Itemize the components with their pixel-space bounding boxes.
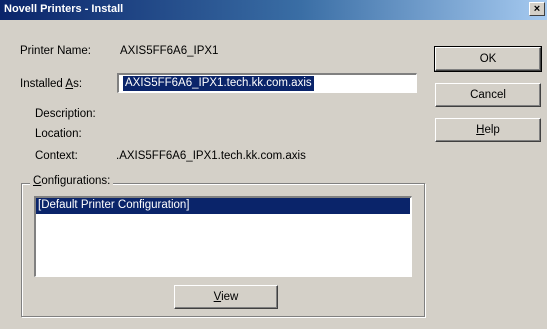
- configurations-label: Configurations:: [30, 175, 114, 187]
- install-dialog: Novell Printers - Install × Printer Name…: [0, 0, 547, 329]
- help-button[interactable]: Help: [435, 118, 541, 142]
- printer-name-label: Printer Name:: [20, 45, 91, 57]
- configurations-listbox[interactable]: [Default Printer Configuration]: [34, 196, 412, 277]
- view-label: iew: [221, 291, 239, 303]
- installed-as-accel: A: [65, 78, 74, 90]
- installed-as-input[interactable]: AXIS5FF6A6_IPX1.tech.kk.com.axis: [117, 73, 417, 93]
- help-label: elp: [484, 124, 500, 136]
- context-label: Context:: [35, 150, 78, 162]
- configurations-label-text: onfigurations:: [41, 175, 111, 187]
- cancel-button[interactable]: Cancel: [435, 83, 541, 107]
- installed-as-label: Installed As:: [20, 78, 82, 90]
- title-bar[interactable]: Novell Printers - Install ×: [0, 0, 547, 20]
- description-label: Description:: [35, 108, 96, 120]
- installed-as-label-text: Installed: [20, 78, 66, 90]
- close-icon[interactable]: ×: [529, 2, 545, 16]
- list-item[interactable]: [Default Printer Configuration]: [36, 198, 410, 214]
- printer-name-value: AXIS5FF6A6_IPX1: [120, 45, 219, 57]
- window-title: Novell Printers - Install: [4, 3, 124, 15]
- view-button[interactable]: View: [174, 285, 278, 309]
- location-label: Location:: [35, 128, 82, 140]
- ok-button[interactable]: OK: [434, 46, 542, 72]
- installed-as-label-suffix: s:: [73, 78, 83, 90]
- context-value: .AXIS5FF6A6_IPX1.tech.kk.com.axis: [116, 150, 306, 162]
- view-accel: V: [213, 291, 222, 303]
- installed-as-value: AXIS5FF6A6_IPX1.tech.kk.com.axis: [123, 76, 314, 91]
